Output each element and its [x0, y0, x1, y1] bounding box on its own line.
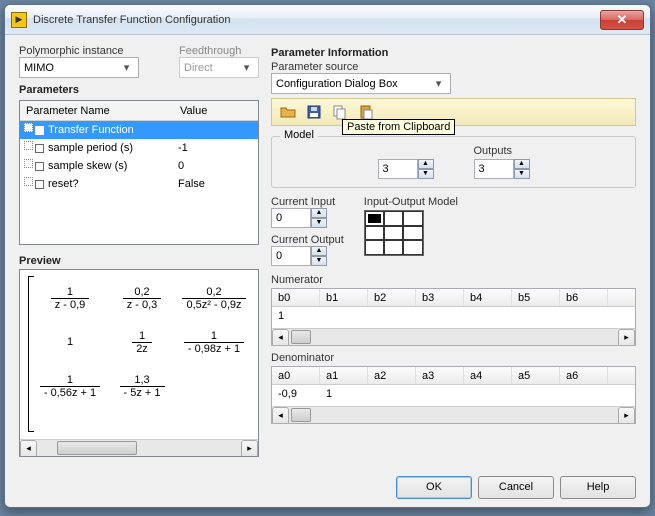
cancel-button[interactable]: Cancel [478, 476, 554, 499]
param-source-value: Configuration Dialog Box [276, 78, 398, 90]
current-input-label: Current Input [271, 196, 344, 208]
polymorphic-label: Polymorphic instance [19, 45, 169, 57]
inputs-input[interactable] [378, 159, 418, 179]
model-dimensions-group: Model Inputs ▲▼ Outputs ▲▼ [271, 136, 636, 188]
numerator-table[interactable]: b0b1b2b3b4b5b6 1 ◂▸ [271, 288, 636, 346]
chevron-down-icon: ▾ [431, 77, 446, 90]
spin-down-icon[interactable]: ▼ [311, 256, 327, 266]
toolbar: Paste from Clipboard [271, 98, 636, 126]
config-dialog: ▶ Discrete Transfer Function Configurati… [4, 4, 651, 508]
paste-tooltip: Paste from Clipboard [342, 119, 455, 135]
param-row[interactable]: sample skew (s)0 [20, 157, 258, 175]
param-row[interactable]: sample period (s)-1 [20, 139, 258, 157]
preview-title: Preview [19, 255, 259, 267]
param-row[interactable]: reset?False [20, 175, 258, 193]
spin-down-icon[interactable]: ▼ [418, 169, 434, 179]
param-info-title: Parameter Information [271, 47, 636, 59]
scroll-left-icon[interactable]: ◂ [20, 440, 37, 457]
param-row[interactable]: Transfer Function [20, 121, 258, 139]
spin-up-icon[interactable]: ▲ [311, 208, 327, 218]
dialog-footer: OK Cancel Help [5, 467, 650, 507]
inputs-spinner[interactable]: ▲▼ [378, 159, 434, 179]
spin-down-icon[interactable]: ▼ [311, 218, 327, 228]
chevron-down-icon: ▾ [119, 61, 134, 74]
chevron-down-icon: ▾ [239, 61, 254, 74]
current-output[interactable] [271, 246, 311, 266]
ok-button[interactable]: OK [396, 476, 472, 499]
spin-up-icon[interactable]: ▲ [418, 159, 434, 169]
preview-box: 1z - 0,90,2z - 0,30,20,5z² - 0,9z112z1- … [19, 269, 259, 457]
io-cell[interactable] [365, 226, 384, 241]
numerator-label: Numerator [271, 274, 636, 286]
current-output-spinner[interactable]: ▲▼ [271, 246, 344, 266]
help-button[interactable]: Help [560, 476, 636, 499]
polymorphic-select[interactable]: MIMO ▾ [19, 57, 139, 78]
io-cell[interactable] [403, 211, 422, 226]
preview-hscroll[interactable]: ◂ ▸ [20, 439, 258, 456]
io-cell-0-0[interactable] [365, 211, 384, 226]
feedthrough-select: Direct ▾ [179, 57, 259, 78]
spin-up-icon[interactable]: ▲ [311, 246, 327, 256]
spin-up-icon[interactable]: ▲ [514, 159, 530, 169]
save-icon[interactable] [306, 104, 322, 120]
io-cell[interactable] [365, 240, 384, 255]
app-icon: ▶ [11, 12, 27, 28]
current-input[interactable] [271, 208, 311, 228]
io-model-label: Input-Output Model [364, 196, 458, 208]
io-cell[interactable] [384, 211, 403, 226]
spin-down-icon[interactable]: ▼ [514, 169, 530, 179]
io-cell[interactable] [384, 226, 403, 241]
io-cell[interactable] [403, 226, 422, 241]
io-cell[interactable] [403, 240, 422, 255]
parameters-title: Parameters [19, 84, 259, 96]
outputs-label: Outputs [474, 145, 530, 157]
polymorphic-value: MIMO [24, 62, 54, 74]
feedthrough-label: Feedthrough [179, 45, 259, 57]
scroll-thumb[interactable] [57, 441, 137, 455]
feedthrough-value: Direct [184, 62, 213, 74]
window-title: Discrete Transfer Function Configuration [33, 14, 600, 26]
paste-icon[interactable] [358, 104, 374, 120]
model-legend: Model [280, 129, 318, 141]
outputs-spinner[interactable]: ▲▼ [474, 159, 530, 179]
param-source-label: Parameter source [271, 61, 636, 73]
current-output-label: Current Output [271, 234, 344, 246]
io-model-grid[interactable] [364, 210, 424, 256]
param-source-select[interactable]: Configuration Dialog Box ▾ [271, 73, 451, 94]
denominator-label: Denominator [271, 352, 636, 364]
close-button[interactable]: ✕ [600, 10, 644, 30]
denominator-table[interactable]: a0a1a2a3a4a5a6 -0,91 ◂▸ [271, 366, 636, 424]
outputs-input[interactable] [474, 159, 514, 179]
titlebar: ▶ Discrete Transfer Function Configurati… [5, 5, 650, 35]
col-value: Value [180, 105, 258, 117]
copy-icon[interactable] [332, 104, 348, 120]
current-input-spinner[interactable]: ▲▼ [271, 208, 344, 228]
scroll-right-icon[interactable]: ▸ [241, 440, 258, 457]
open-icon[interactable] [280, 104, 296, 120]
io-cell[interactable] [384, 240, 403, 255]
col-name: Parameter Name [20, 105, 180, 117]
parameters-table[interactable]: Parameter Name Value Transfer Functionsa… [19, 100, 259, 245]
